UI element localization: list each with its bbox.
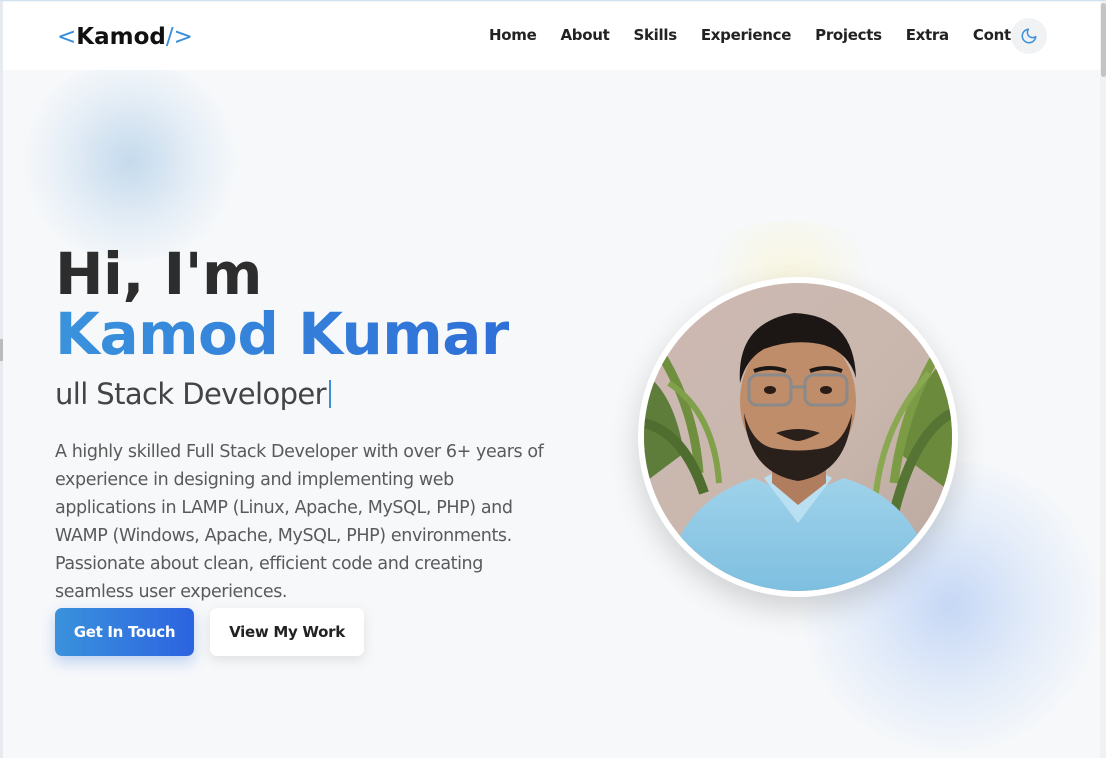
profile-photo	[644, 283, 952, 591]
typing-cursor	[328, 380, 331, 408]
left-edge-marker	[0, 339, 3, 361]
hero-role-text: ull Stack Developer	[55, 377, 327, 411]
hero-greeting: Hi, I'm	[55, 240, 262, 308]
view-my-work-button[interactable]: View My Work	[210, 608, 364, 656]
left-edge	[0, 1, 3, 758]
hero-description: A highly skilled Full Stack Developer wi…	[55, 442, 544, 602]
nav-experience[interactable]: Experience	[701, 26, 792, 44]
logo-open-bracket: <	[57, 24, 77, 50]
scrollbar-track[interactable]	[1100, 1, 1106, 758]
logo-close-bracket: />	[165, 24, 193, 50]
nav-home[interactable]: Home	[489, 26, 537, 44]
theme-toggle-button[interactable]	[1011, 18, 1047, 54]
hero-name: Kamod Kumar	[55, 300, 509, 368]
moon-icon	[1021, 28, 1037, 44]
get-in-touch-button[interactable]: Get In Touch	[55, 608, 194, 656]
profile-photo-frame	[638, 277, 958, 597]
nav-skills[interactable]: Skills	[633, 26, 677, 44]
site-logo[interactable]: <Kamod/>	[57, 24, 193, 50]
navbar: <Kamod/> Home About Skills Experience Pr…	[3, 2, 1100, 70]
decorative-blob-top-left	[20, 61, 240, 261]
page: <Kamod/> Home About Skills Experience Pr…	[0, 0, 1106, 758]
scrollbar-thumb[interactable]	[1101, 3, 1106, 77]
main-nav: Home About Skills Experience Projects Ex…	[489, 26, 1060, 44]
nav-about[interactable]: About	[560, 26, 609, 44]
hero-role: ull Stack Developer	[55, 377, 331, 411]
logo-name: Kamod	[76, 24, 166, 50]
nav-projects[interactable]: Projects	[815, 26, 882, 44]
nav-extra[interactable]: Extra	[906, 26, 949, 44]
